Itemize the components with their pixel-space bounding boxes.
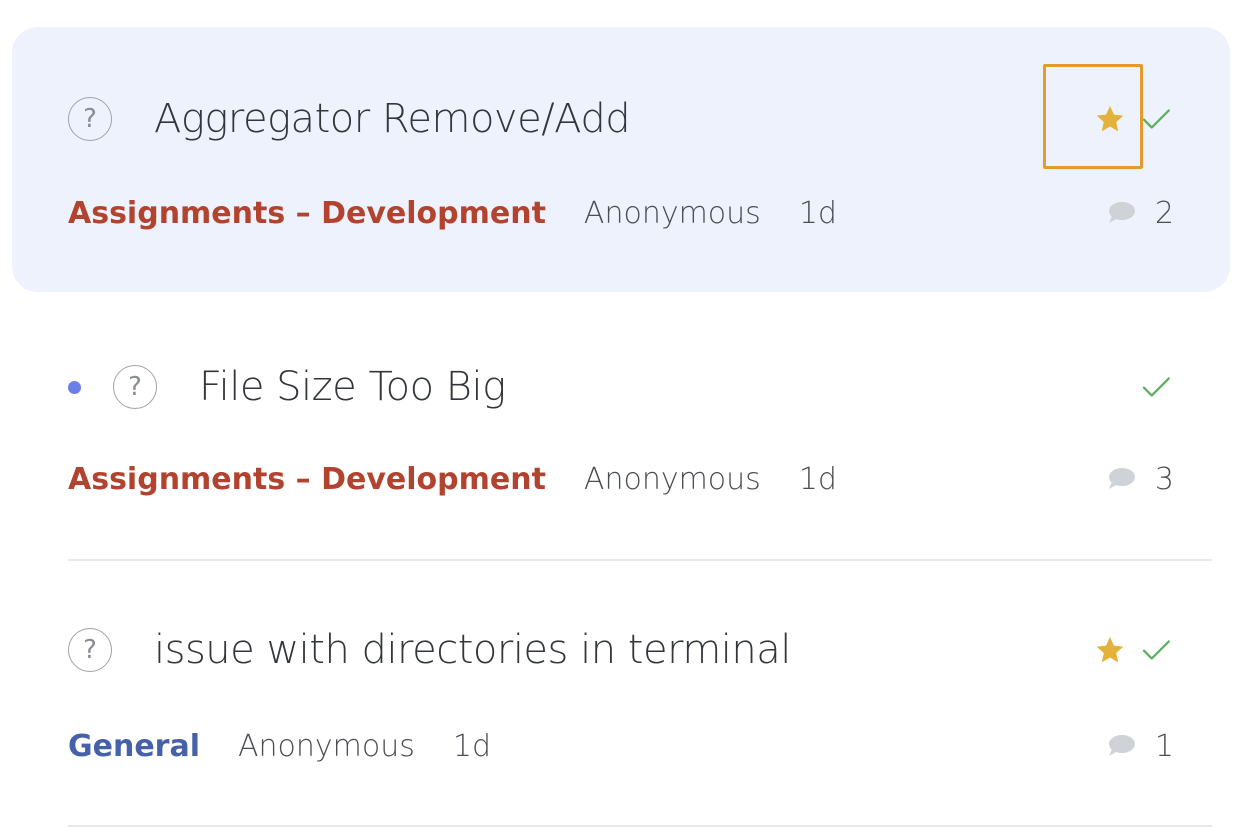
thread-item-file-size[interactable]: ? File Size Too Big Assignments – Develo… xyxy=(12,293,1230,558)
category-label[interactable]: Assignments – Development xyxy=(68,196,546,231)
thread-title[interactable]: Aggregator Remove/Add xyxy=(154,96,1092,142)
question-circle-icon: ? xyxy=(113,365,157,409)
thread-title-row: ? File Size Too Big xyxy=(68,357,1174,417)
status-icons xyxy=(1138,369,1174,405)
post-age: 1d xyxy=(452,728,492,764)
check-icon xyxy=(1138,632,1174,668)
unread-dot-icon xyxy=(68,380,81,394)
author-name: Anonymous xyxy=(583,195,761,231)
check-icon xyxy=(1138,101,1174,137)
author-name: Anonymous xyxy=(583,461,761,497)
comment-count-value: 3 xyxy=(1154,461,1174,497)
category-label[interactable]: Assignments – Development xyxy=(68,462,546,497)
status-icons xyxy=(1092,632,1174,668)
thread-meta-row: Assignments – Development Anonymous 1d 3 xyxy=(68,457,1174,501)
question-circle-icon: ? xyxy=(68,97,112,141)
category-label[interactable]: General xyxy=(68,729,200,764)
comment-count: 1 xyxy=(1107,729,1174,764)
thread-title[interactable]: issue with directories in terminal xyxy=(154,627,1092,673)
thread-item-aggregator[interactable]: ? Aggregator Remove/Add Assignments – De… xyxy=(12,27,1230,292)
comment-count-value: 1 xyxy=(1154,728,1174,764)
post-age: 1d xyxy=(798,461,837,497)
star-icon[interactable] xyxy=(1092,632,1128,668)
thread-meta-row: Assignments – Development Anonymous 1d 2 xyxy=(68,191,1174,235)
comment-count: 3 xyxy=(1107,462,1174,497)
comment-bubble-icon xyxy=(1108,468,1135,489)
star-icon[interactable] xyxy=(1092,101,1128,137)
comment-bubble-icon xyxy=(1108,202,1135,223)
comment-count-value: 2 xyxy=(1154,195,1174,231)
thread-meta-row: General Anonymous 1d 1 xyxy=(68,724,1174,768)
question-circle-icon: ? xyxy=(68,628,112,672)
author-name: Anonymous xyxy=(238,728,415,764)
check-icon xyxy=(1138,369,1174,405)
thread-divider xyxy=(68,825,1212,827)
status-icons xyxy=(1092,101,1174,137)
thread-title[interactable]: File Size Too Big xyxy=(199,364,1138,410)
thread-title-row: ? issue with directories in terminal xyxy=(68,620,1174,680)
post-age: 1d xyxy=(798,195,837,231)
thread-list: ? Aggregator Remove/Add Assignments – De… xyxy=(0,0,1258,837)
comment-count: 2 xyxy=(1107,196,1174,231)
thread-title-row: ? Aggregator Remove/Add xyxy=(68,89,1174,149)
comment-bubble-icon xyxy=(1108,735,1135,756)
thread-item-directories[interactable]: ? issue with directories in terminal Gen… xyxy=(12,560,1230,825)
